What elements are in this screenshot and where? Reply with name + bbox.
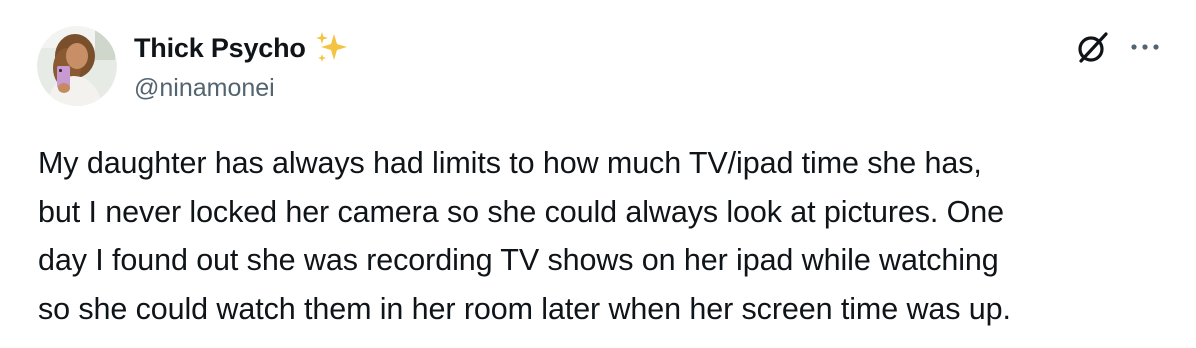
- tweet-text-line: My daughter has always had limits to how…: [38, 146, 982, 180]
- tweet-text-line: but I never locked her camera so she cou…: [38, 194, 1005, 229]
- author-handle[interactable]: @ninamonei: [134, 74, 275, 103]
- more-icon[interactable]: [1128, 36, 1162, 58]
- tweet-card: Thick Psycho @ninamonei My daughter has …: [0, 0, 1196, 348]
- tweet-text-line: so she could watch them in her room late…: [38, 291, 1011, 326]
- tweet-text-line: day I found out she was recording TV sho…: [38, 243, 999, 277]
- sparkles-icon: [315, 32, 347, 62]
- grok-icon[interactable]: [1076, 30, 1110, 64]
- author-name-row[interactable]: Thick Psycho: [134, 30, 350, 66]
- author-display-name[interactable]: Thick Psycho: [134, 33, 306, 64]
- avatar[interactable]: [37, 26, 117, 106]
- tweet-text: My daughter has always had limits to how…: [38, 139, 1168, 333]
